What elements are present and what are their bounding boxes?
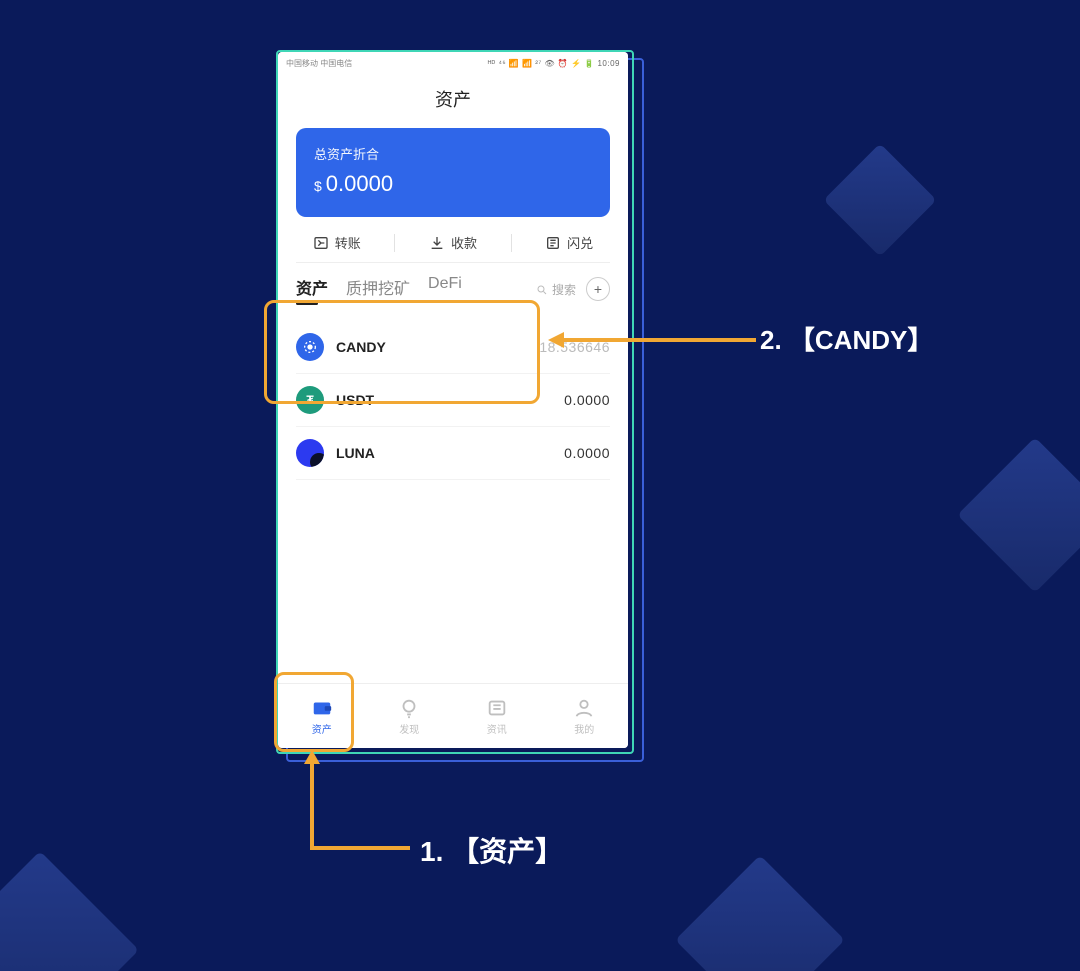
nav-discover[interactable]: 发现: [398, 697, 420, 736]
add-asset-button[interactable]: +: [586, 277, 610, 301]
search-input[interactable]: 搜索: [536, 281, 576, 298]
search-icon: [536, 284, 548, 296]
news-icon: [486, 697, 508, 719]
balance-value: $0.0000: [314, 171, 592, 197]
transfer-label: 转账: [335, 233, 361, 252]
arrow-step2: [546, 330, 756, 355]
nav-assets[interactable]: 资产: [311, 697, 333, 736]
nav-label: 资讯: [487, 721, 507, 736]
swap-label: 闪兑: [567, 233, 593, 252]
divider: [511, 234, 512, 252]
asset-row-usdt[interactable]: ₮ USDT 0.0000: [296, 374, 610, 427]
asset-symbol: LUNA: [336, 445, 375, 461]
search-placeholder: 搜索: [552, 281, 576, 298]
nav-label: 我的: [574, 721, 594, 736]
nav-label: 资产: [312, 721, 332, 736]
luna-icon: [296, 439, 324, 467]
receive-icon: [429, 235, 445, 251]
swap-button[interactable]: 闪兑: [545, 233, 593, 252]
balance-label: 总资产折合: [314, 144, 592, 163]
nav-profile[interactable]: 我的: [573, 697, 595, 736]
tab-defi[interactable]: DeFi: [428, 275, 462, 299]
nav-news[interactable]: 资讯: [486, 697, 508, 736]
transfer-icon: [313, 235, 329, 251]
bg-cube: [957, 437, 1080, 593]
asset-symbol: CANDY: [336, 339, 386, 355]
balance-amount: 0.0000: [326, 171, 393, 196]
candy-icon: [296, 333, 324, 361]
asset-balance: 0.0000: [564, 445, 610, 461]
bg-cube: [823, 143, 936, 256]
phone-screen: 中国移动 中国电信 ᴴᴰ ⁴⁶ 📶 📶 ²⁷ 👁 ⏰ ⚡ 🔋 10:09 资产 …: [278, 52, 628, 748]
receive-button[interactable]: 收款: [429, 233, 477, 252]
plus-icon: +: [594, 281, 602, 297]
asset-symbol: USDT: [336, 392, 374, 408]
receive-label: 收款: [451, 233, 477, 252]
tab-assets[interactable]: 资产: [296, 275, 328, 299]
callout-step1: 1. 【资产】: [420, 830, 563, 870]
arrow-step1: [300, 748, 430, 863]
wallet-icon: [311, 697, 333, 719]
bg-cube: [0, 851, 139, 971]
usdt-icon: ₮: [296, 386, 324, 414]
swap-icon: [545, 235, 561, 251]
tab-staking[interactable]: 质押挖矿: [346, 275, 410, 299]
tab-row: 资产 质押挖矿 DeFi 搜索 +: [296, 269, 610, 315]
divider: [394, 234, 395, 252]
profile-icon: [573, 697, 595, 719]
bottom-nav: 资产 发现 资讯 我的: [278, 683, 628, 748]
balance-currency: $: [314, 178, 322, 194]
balance-card[interactable]: 总资产折合 $0.0000: [296, 128, 610, 217]
callout-step2: 2. 【CANDY】: [760, 320, 933, 357]
asset-row-luna[interactable]: LUNA 0.0000: [296, 427, 610, 480]
status-bar: 中国移动 中国电信 ᴴᴰ ⁴⁶ 📶 📶 ²⁷ 👁 ⏰ ⚡ 🔋 10:09: [278, 52, 628, 74]
action-row: 转账 收款 闪兑: [296, 217, 610, 263]
bulb-icon: [398, 697, 420, 719]
status-indicators: ᴴᴰ ⁴⁶ 📶 📶 ²⁷ 👁 ⏰ ⚡ 🔋 10:09: [488, 59, 620, 68]
bg-cube: [675, 855, 845, 971]
page-title: 资产: [278, 74, 628, 128]
asset-balance: 0.0000: [564, 392, 610, 408]
transfer-button[interactable]: 转账: [313, 233, 361, 252]
status-carrier: 中国移动 中国电信: [286, 58, 352, 69]
nav-label: 发现: [399, 721, 419, 736]
